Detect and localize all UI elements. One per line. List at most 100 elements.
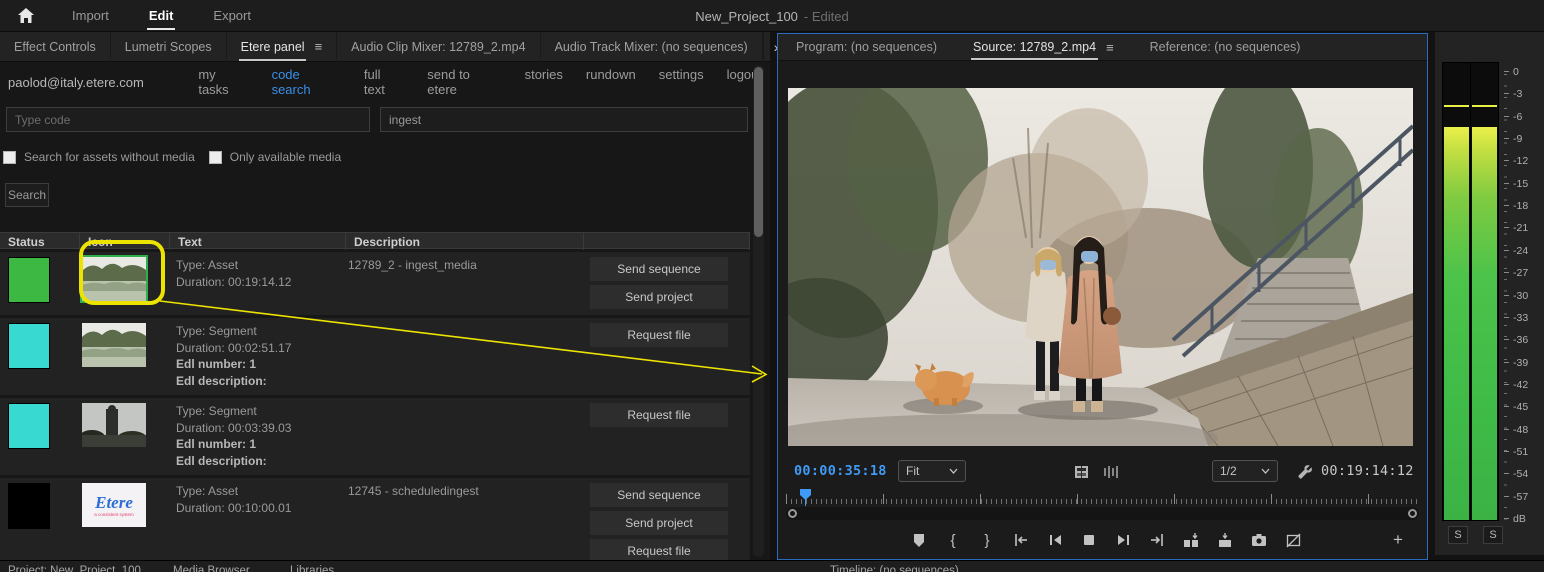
solo-button-2[interactable]: S	[1483, 526, 1503, 544]
add-marker-icon[interactable]	[908, 528, 930, 552]
overwrite-icon[interactable]	[1214, 528, 1236, 552]
titlebar-tab-export[interactable]: Export	[193, 0, 271, 32]
panel-tab[interactable]: Effect Controls	[0, 32, 111, 62]
monitor-zoom-scrollbar[interactable]	[786, 507, 1419, 520]
project-title: New_Project_100	[695, 9, 798, 24]
panel-menu-icon[interactable]: ≡	[315, 39, 323, 54]
solo-button-1[interactable]: S	[1448, 526, 1468, 544]
bottom-tab-timeline[interactable]: Timeline: (no sequences)	[830, 565, 959, 572]
bottom-tab[interactable]: Media Browser	[173, 565, 250, 572]
table-row[interactable]: Eterea consistent systemType: AssetDurat…	[0, 478, 750, 569]
meter-scale-label: -6	[1513, 111, 1522, 123]
go-to-out-icon[interactable]	[1146, 528, 1168, 552]
video-frame-art	[788, 88, 1413, 446]
export-frame-icon[interactable]	[1248, 528, 1270, 552]
stop-icon[interactable]	[1078, 528, 1100, 552]
nav-link-code-search[interactable]: code search	[272, 67, 341, 97]
meter-scale-label: -42	[1513, 379, 1528, 391]
nav-link-settings[interactable]: settings	[659, 67, 704, 97]
panel-tab-label: Audio Track Mixer: (no sequences)	[555, 40, 748, 54]
user-email: paolod@italy.etere.com	[8, 75, 198, 90]
mark-in-icon[interactable]: {	[942, 528, 964, 552]
meter-scale-label: -36	[1513, 334, 1528, 346]
checkbox-box[interactable]	[3, 151, 16, 164]
meter-scale-label: -57	[1513, 491, 1528, 503]
premiere-window: ImportEditExport New_Project_100 - Edite…	[0, 0, 1544, 572]
panel-tab[interactable]: Etere panel≡	[227, 32, 338, 62]
monitor-settings-icon[interactable]	[1294, 462, 1316, 482]
monitor-tab[interactable]: Program: (no sequences)	[778, 34, 955, 61]
panel-tab[interactable]: Lumetri Scopes	[111, 32, 227, 62]
timeline-ruler[interactable]	[786, 489, 1419, 506]
bottom-tab[interactable]: Libraries	[290, 565, 334, 572]
checkbox-0[interactable]: Search for assets without media	[3, 150, 195, 164]
monitor-tab[interactable]: Source: 12789_2.mp4≡	[955, 34, 1132, 61]
meter-scale-label: -27	[1513, 267, 1528, 279]
etere-logo-thumbnail[interactable]: Eterea consistent system	[82, 483, 146, 527]
drag-video-icon[interactable]	[1070, 462, 1092, 482]
send-project-button[interactable]: Send project	[590, 285, 728, 309]
insert-icon[interactable]	[1180, 528, 1202, 552]
send-sequence-button[interactable]: Send sequence	[590, 257, 728, 281]
nav-link-rundown[interactable]: rundown	[586, 67, 636, 97]
panel-tab[interactable]: Audio Track Mixer: (no sequences)	[541, 32, 763, 62]
send-project-button[interactable]: Send project	[590, 511, 728, 535]
panel-scrollbar[interactable]	[753, 65, 764, 557]
column-header	[584, 233, 750, 250]
logo-subtext: a consistent system	[94, 512, 134, 517]
zoom-handle-left[interactable]	[788, 509, 797, 518]
panel-scrollbar-thumb[interactable]	[754, 67, 763, 237]
go-to-in-icon[interactable]	[1010, 528, 1032, 552]
title-bar: ImportEditExport New_Project_100 - Edite…	[0, 0, 1544, 32]
nav-link-full-text[interactable]: full text	[364, 67, 404, 97]
meter-channel-1	[1444, 63, 1469, 520]
playhead[interactable]	[800, 489, 811, 504]
table-row[interactable]: Type: SegmentDuration: 00:03:39.03Edl nu…	[0, 398, 750, 475]
home-button[interactable]	[0, 0, 52, 32]
checkbox-box[interactable]	[209, 151, 222, 164]
video-preview[interactable]	[788, 88, 1413, 446]
text-search-input[interactable]	[380, 107, 748, 132]
bottom-tab[interactable]: Project: New_Project_100	[8, 565, 141, 572]
etere-nav: my tasks code search full text send to eter…	[198, 67, 762, 97]
monitor-tab-label: Reference: (no sequences)	[1150, 40, 1301, 54]
zoom-handle-right[interactable]	[1408, 509, 1417, 518]
mark-out-icon[interactable]: }	[976, 528, 998, 552]
search-button[interactable]: Search	[5, 183, 49, 207]
panel-tab-label: Lumetri Scopes	[125, 40, 212, 54]
checkbox-1[interactable]: Only available media	[209, 150, 341, 164]
send-sequence-button[interactable]: Send sequence	[590, 483, 728, 507]
status-color-box	[8, 483, 50, 529]
panel-tab[interactable]: Audio Clip Mixer: 12789_2.mp4	[337, 32, 540, 62]
step-forward-icon[interactable]	[1112, 528, 1134, 552]
clip-thumbnail[interactable]	[82, 323, 146, 367]
etere-panel: paolod@italy.etere.com my tasks code sear…	[0, 62, 770, 561]
meter-scale-label: -54	[1513, 468, 1528, 480]
request-file-button[interactable]: Request file	[590, 403, 728, 427]
drag-audio-icon[interactable]	[1100, 462, 1122, 482]
nav-link-my-tasks[interactable]: my tasks	[198, 67, 248, 97]
titlebar-tab-import[interactable]: Import	[52, 0, 129, 32]
meter-scale-label: -30	[1513, 290, 1528, 302]
nav-link-send-to-etere[interactable]: send to etere	[427, 67, 501, 97]
table-row[interactable]: Type: SegmentDuration: 00:02:51.17Edl nu…	[0, 318, 750, 395]
table-row[interactable]: Type: AssetDuration: 00:19:14.1212789_2 …	[0, 252, 750, 315]
meter-scale-label: -39	[1513, 357, 1528, 369]
titlebar-tab-edit[interactable]: Edit	[129, 0, 194, 32]
meter-scale-label: -15	[1513, 178, 1528, 190]
step-back-icon[interactable]	[1044, 528, 1066, 552]
global-fx-mute-icon[interactable]	[1282, 528, 1304, 552]
row-text-line: Edl number: 1	[176, 436, 346, 453]
monitor-tab-label: Program: (no sequences)	[796, 40, 937, 54]
clip-thumbnail[interactable]	[82, 403, 146, 447]
nav-link-stories[interactable]: stories	[525, 67, 563, 97]
code-search-input[interactable]	[6, 107, 370, 132]
zoom-level-value: Fit	[906, 464, 919, 478]
request-file-button[interactable]: Request file	[590, 323, 728, 347]
button-editor-icon[interactable]: +	[1387, 528, 1409, 552]
monitor-tab[interactable]: Reference: (no sequences)	[1132, 34, 1319, 61]
panel-menu-icon[interactable]: ≡	[1106, 40, 1114, 55]
playback-resolution-select[interactable]: 1/2	[1212, 460, 1278, 482]
clip-thumbnail[interactable]	[82, 257, 146, 301]
zoom-level-select[interactable]: Fit	[898, 460, 966, 482]
